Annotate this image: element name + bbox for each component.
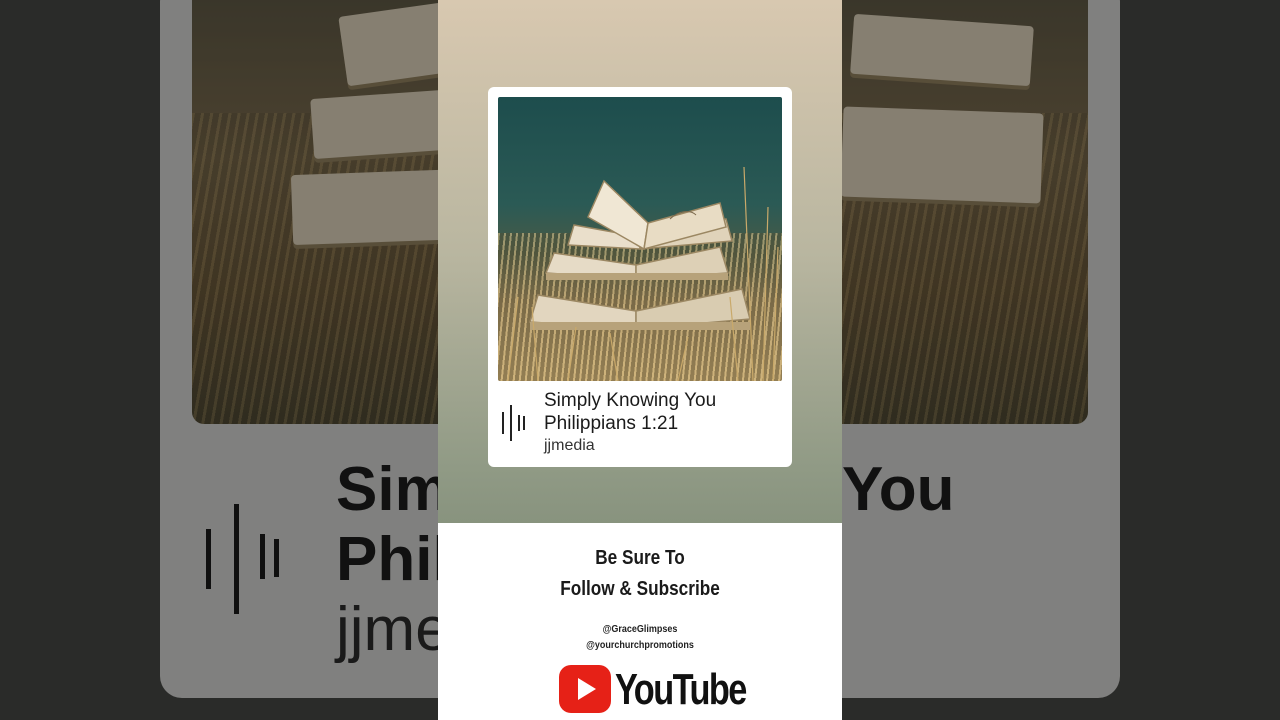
background-title-right: You bbox=[842, 455, 955, 524]
open-books-icon bbox=[507, 166, 779, 381]
song-title: Simply Knowing You Philippians 1:21 bbox=[544, 390, 717, 434]
youtube-wordmark: YouTube bbox=[615, 665, 747, 714]
channel-handle-grace-glimpses[interactable]: @GraceGlimpses bbox=[458, 624, 822, 635]
background-book-4 bbox=[850, 13, 1034, 87]
short-video-panel: Simply Knowing You Philippians 1:21 jjme… bbox=[438, 0, 842, 720]
youtube-play-icon bbox=[559, 665, 611, 713]
background-book-5 bbox=[840, 106, 1044, 204]
promo-line2: Follow & Subscribe bbox=[560, 578, 720, 600]
background-title-left: Sim bbox=[336, 455, 450, 524]
background-sound-wave-icon bbox=[206, 504, 279, 614]
subscribe-promo: Be Sure To Follow & Subscribe @GraceGlim… bbox=[438, 523, 842, 720]
promo-line1: Be Sure To bbox=[595, 547, 685, 569]
now-playing-card[interactable]: Simply Knowing You Philippians 1:21 jjme… bbox=[488, 87, 792, 467]
sound-wave-icon bbox=[502, 405, 525, 441]
song-artist: jjmedia bbox=[544, 437, 595, 454]
background-title-line2: Phil bbox=[336, 525, 450, 594]
album-artwork bbox=[498, 97, 782, 381]
background-artist: jjme bbox=[336, 595, 450, 664]
channel-handle-your-church-promotions[interactable]: @yourchurchpromotions bbox=[458, 640, 822, 651]
youtube-brand[interactable]: YouTube bbox=[559, 665, 747, 715]
